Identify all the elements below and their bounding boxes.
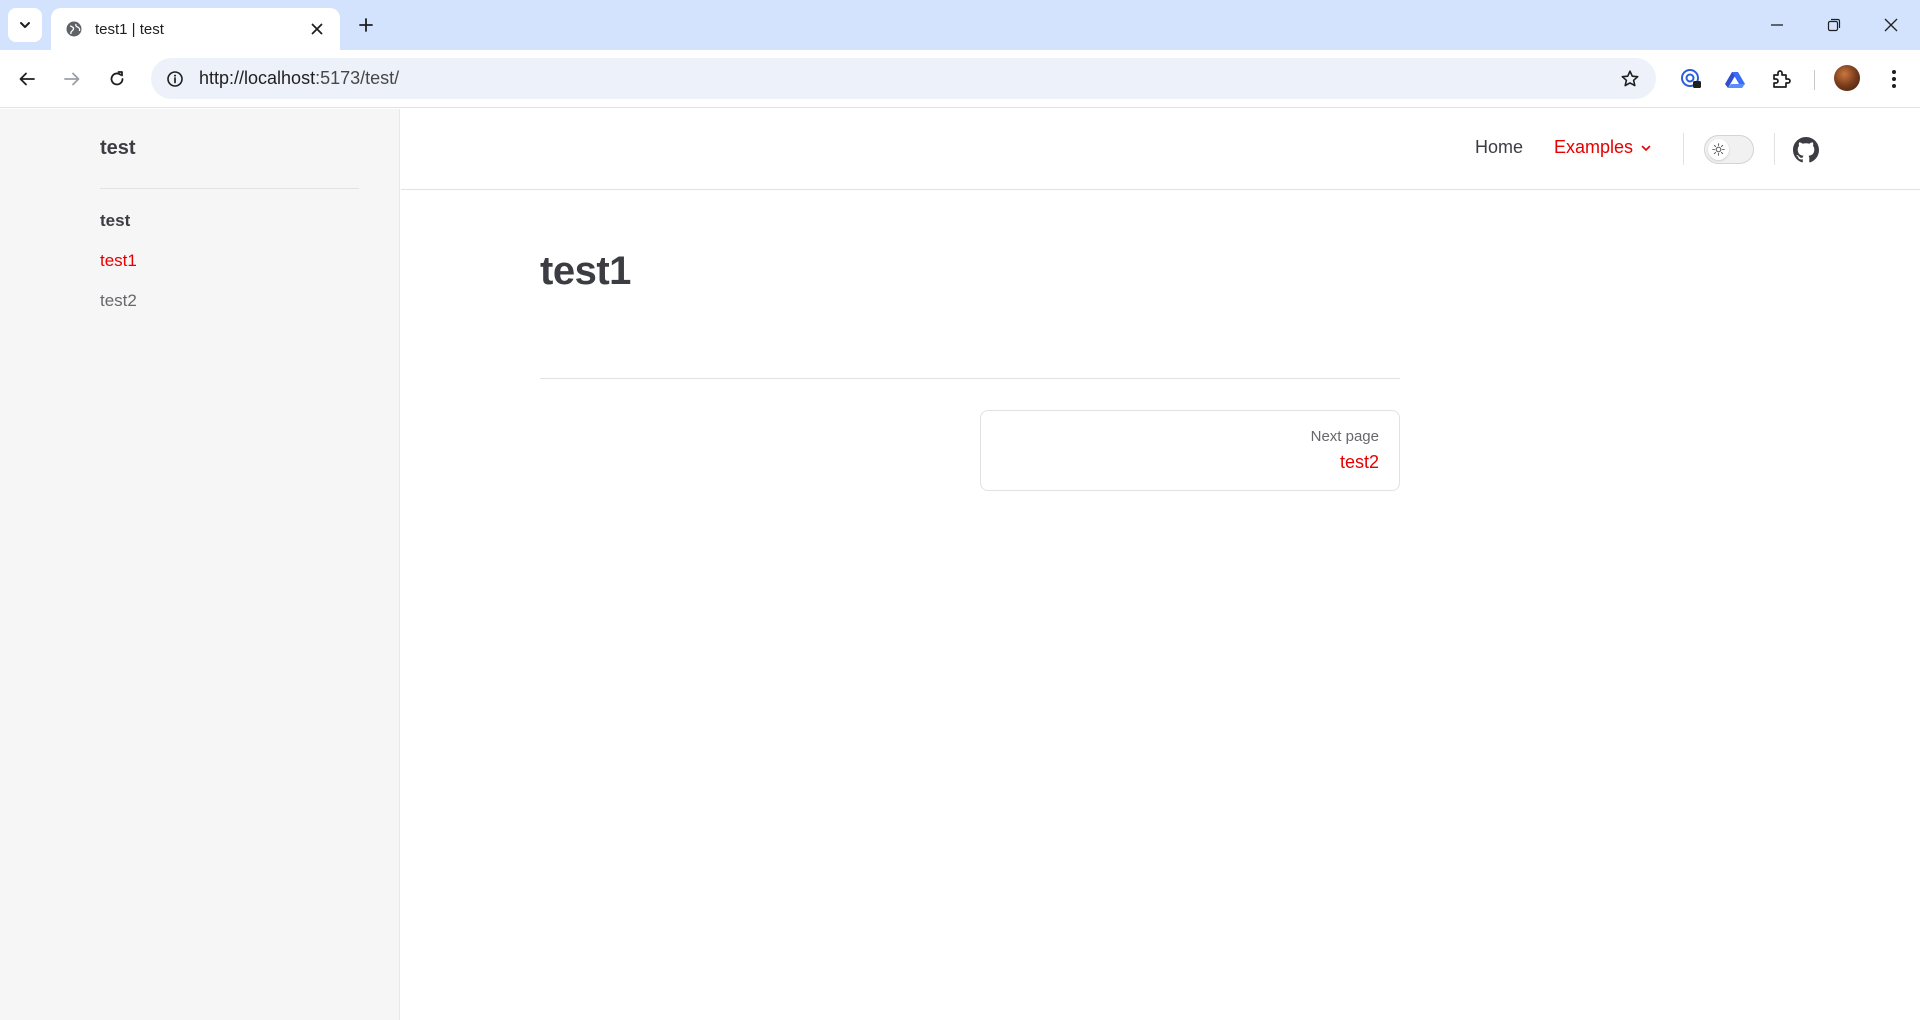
toolbar-separator	[1814, 70, 1815, 90]
kebab-menu-icon[interactable]	[1878, 63, 1910, 95]
chevron-down-icon	[20, 22, 30, 28]
nav-home-link[interactable]: Home	[1475, 137, 1523, 158]
profile-avatar[interactable]	[1834, 65, 1860, 91]
top-nav: Home Examples	[401, 109, 1920, 190]
new-tab-button[interactable]	[352, 11, 380, 39]
chevron-down-icon	[1640, 142, 1652, 154]
tab-search-button[interactable]	[8, 8, 42, 42]
extension-drive-icon[interactable]	[1719, 63, 1751, 95]
puzzle-icon[interactable]	[1765, 63, 1797, 95]
restore-button[interactable]	[1805, 0, 1863, 50]
nav-examples-dropdown[interactable]: Examples	[1554, 137, 1652, 158]
github-icon[interactable]	[1793, 137, 1819, 163]
forward-button[interactable]	[54, 61, 90, 97]
globe-icon	[65, 20, 83, 38]
restore-icon	[1827, 18, 1841, 32]
next-page-title: test2	[1339, 452, 1379, 472]
tab-strip: test1 | test	[0, 0, 1920, 50]
minimize-button[interactable]	[1748, 0, 1806, 50]
url-text[interactable]: http://localhost:5173/test/	[199, 68, 1610, 89]
next-page-label: Next page	[1310, 428, 1379, 445]
url-host: http://localhost	[199, 68, 316, 88]
info-icon[interactable]	[155, 58, 195, 99]
theme-toggle[interactable]	[1704, 135, 1754, 164]
sun-icon	[1708, 139, 1729, 160]
back-arrow-icon	[19, 72, 35, 86]
active-tab[interactable]: test1 | test	[51, 8, 340, 50]
window-close-button[interactable]	[1862, 0, 1920, 50]
plus-icon	[359, 18, 373, 32]
next-page-link[interactable]: Next page test2	[980, 410, 1400, 491]
back-button[interactable]	[9, 61, 45, 97]
sidebar-divider	[100, 188, 359, 189]
content-divider	[540, 378, 1400, 379]
address-bar[interactable]: http://localhost:5173/test/	[151, 58, 1656, 99]
star-icon[interactable]	[1610, 59, 1650, 99]
minimize-icon	[1771, 24, 1783, 26]
close-icon[interactable]	[306, 18, 328, 40]
tab-title: test1 | test	[95, 20, 164, 38]
extension-password-icon[interactable]	[1675, 63, 1707, 95]
site-title[interactable]: test	[100, 137, 136, 160]
reload-button[interactable]	[99, 61, 135, 97]
nav-examples-label: Examples	[1554, 137, 1634, 157]
url-path: :5173/test/	[315, 68, 400, 88]
close-icon	[1884, 18, 1898, 32]
sidebar: test test test1 test2	[0, 109, 400, 1020]
nav-separator	[1683, 133, 1684, 165]
page-title: test1	[540, 249, 631, 293]
sidebar-item-test2[interactable]: test2	[100, 291, 137, 311]
forward-arrow-icon	[64, 72, 80, 86]
browser-toolbar: http://localhost:5173/test/	[0, 50, 1920, 108]
sidebar-item-test1[interactable]: test1	[100, 251, 137, 271]
reload-icon	[110, 71, 124, 86]
page: test test test1 test2 Home Examples test…	[0, 109, 1920, 1020]
nav-separator	[1774, 133, 1775, 165]
sidebar-group-title: test	[100, 211, 131, 230]
